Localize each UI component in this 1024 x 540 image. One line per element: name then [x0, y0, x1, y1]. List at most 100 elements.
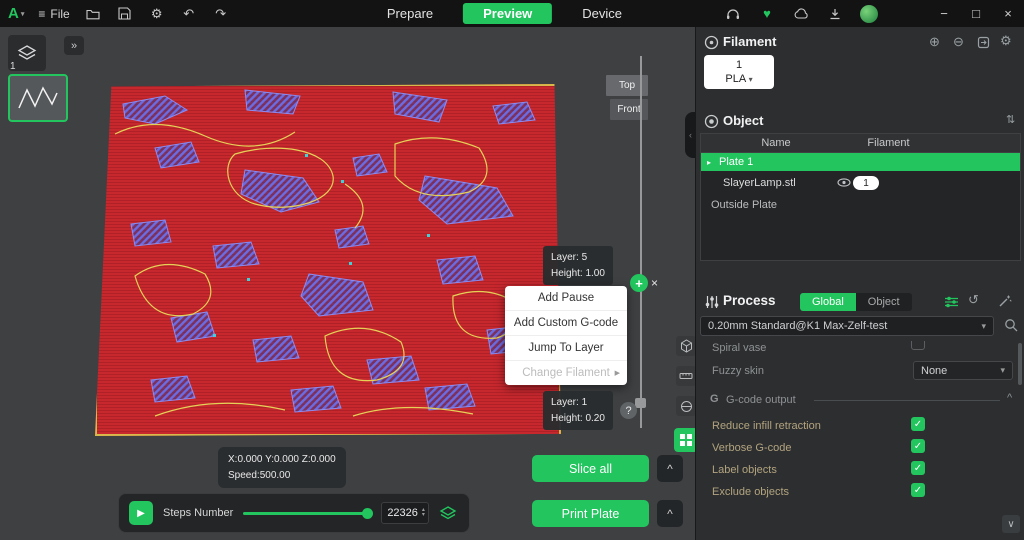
user-avatar[interactable] — [860, 5, 878, 23]
row-expand-icon[interactable]: ▸ — [707, 158, 711, 167]
object-filament-badge[interactable]: 1 — [853, 176, 879, 190]
app-logo[interactable]: A ▾ — [8, 5, 24, 22]
explode-tool-button[interactable] — [676, 336, 696, 356]
measure-tool-button[interactable] — [676, 366, 696, 386]
label-objects-checkbox[interactable]: ✓ — [911, 461, 925, 475]
fuzzy-skin-dropdown[interactable]: None ▾ — [913, 361, 1013, 380]
steps-slider-knob[interactable] — [362, 508, 373, 519]
menu-item-add-pause[interactable]: Add Pause — [505, 286, 627, 311]
slice-options-button[interactable]: ^ — [657, 455, 683, 482]
process-sliders-icon — [704, 294, 720, 310]
tab-prepare[interactable]: Prepare — [379, 3, 441, 24]
play-button[interactable]: ▶ — [129, 501, 153, 525]
process-section-title: Process — [723, 293, 776, 308]
maximize-button[interactable]: □ — [968, 6, 984, 21]
lower-height-label: Height: 0.20 — [551, 411, 605, 427]
steps-spinner[interactable]: ▴ ▾ — [422, 508, 425, 518]
panel-expand-button[interactable]: ∨ — [1002, 515, 1020, 533]
sync-filament-icon[interactable] — [977, 36, 990, 49]
exclude-objects-checkbox[interactable]: ✓ — [911, 483, 925, 497]
coords-tooltip: X:0.000 Y:0.000 Z:0.000 Speed:500.00 — [218, 447, 346, 488]
expand-toolbar-button[interactable]: » — [64, 36, 84, 55]
setting-label-objects-label: Label objects — [712, 464, 777, 476]
object-sort-button[interactable]: ⇅ — [1006, 113, 1015, 126]
filament-slot-material: PLA ▾ — [725, 72, 752, 86]
remove-marker-button[interactable]: × — [651, 276, 658, 290]
grid-icon — [679, 433, 693, 447]
gcode-section-collapse[interactable]: ^ — [1007, 392, 1012, 404]
table-row-plate[interactable]: ▸ Plate 1 — [701, 153, 1020, 171]
gcode-output-section-label: G-code output — [726, 394, 796, 406]
remove-filament-button[interactable]: ⊖ — [953, 34, 964, 50]
save-button[interactable] — [116, 5, 134, 23]
section-divider-line — [814, 400, 1000, 401]
spin-down-icon[interactable]: ▾ — [422, 513, 425, 518]
search-preset-button[interactable] — [1004, 318, 1019, 333]
menu-item-change-filament[interactable]: Change Filament ▶ — [505, 361, 627, 385]
open-file-button[interactable] — [84, 5, 102, 23]
menu-item-jump-to-layer[interactable]: Jump To Layer — [505, 336, 627, 361]
column-name: Name — [701, 137, 851, 149]
favorites-button[interactable]: ♥ — [758, 5, 776, 23]
change-filament-label: Change Filament — [522, 367, 610, 379]
table-row-object[interactable]: SlayerLamp.stl 1 — [701, 171, 1020, 195]
menu-item-add-custom-gcode[interactable]: Add Custom G-code — [505, 311, 627, 336]
slice-all-button[interactable]: Slice all — [532, 455, 649, 482]
print-plate-button[interactable]: Print Plate — [532, 500, 649, 527]
cube-icon — [680, 339, 693, 354]
filament-settings-button[interactable]: ⚙ — [1000, 33, 1012, 49]
close-button[interactable]: × — [1000, 6, 1016, 21]
eye-icon[interactable] — [837, 178, 851, 187]
wand-icon[interactable] — [998, 294, 1012, 308]
reduce-infill-retraction-checkbox[interactable]: ✓ — [911, 417, 925, 431]
fuzzy-skin-caret-icon: ▾ — [1000, 365, 1005, 376]
cloud-icon — [794, 8, 809, 19]
verbose-gcode-checkbox[interactable]: ✓ — [911, 439, 925, 453]
tab-preview[interactable]: Preview — [463, 3, 552, 24]
steps-slider[interactable] — [243, 507, 371, 519]
add-filament-button[interactable]: ⊕ — [929, 34, 940, 50]
gear-icon: ⚙ — [151, 6, 163, 22]
redo-icon: ↷ — [215, 6, 226, 22]
plate-thumbnail[interactable] — [8, 74, 68, 122]
redo-button[interactable]: ↷ — [212, 5, 230, 23]
filament-slot-card[interactable]: 1 PLA ▾ — [704, 55, 774, 89]
steps-value-box[interactable]: 22326 ▴ ▾ — [381, 502, 429, 524]
view-cube-front[interactable]: Front — [610, 99, 648, 120]
tab-device[interactable]: Device — [574, 3, 630, 24]
fuzzy-skin-value: None — [921, 365, 947, 377]
table-row-outside-plate[interactable]: Outside Plate — [701, 195, 1020, 215]
build-plate-preview[interactable] — [95, 84, 561, 436]
layer-slider-handle[interactable]: + — [630, 274, 648, 292]
layer-slider-track[interactable] — [640, 56, 642, 428]
layer-range-icon[interactable] — [439, 505, 457, 521]
file-menu[interactable]: ≡ File — [38, 7, 69, 21]
ruler-icon — [679, 371, 693, 381]
reset-preset-button[interactable]: ↺ — [968, 292, 979, 308]
download-button[interactable] — [826, 5, 844, 23]
filament-slot-number: 1 — [736, 58, 742, 72]
lower-layer-tooltip: Layer: 1 Height: 0.20 — [543, 391, 613, 430]
minimize-button[interactable]: − — [936, 6, 952, 21]
lower-slider-handle[interactable] — [635, 398, 646, 408]
scope-global-button[interactable]: Global — [800, 293, 856, 311]
section-tool-button[interactable] — [676, 396, 696, 416]
settings-scrollbar[interactable] — [1018, 343, 1022, 385]
setting-spiral-vase-label: Spiral vase — [712, 342, 766, 354]
support-button[interactable] — [724, 5, 742, 23]
scope-object-button[interactable]: Object — [856, 293, 912, 311]
object-row-name: SlayerLamp.stl — [701, 177, 796, 189]
undo-button[interactable]: ↶ — [180, 5, 198, 23]
print-options-button[interactable]: ^ — [657, 500, 683, 527]
preset-dropdown[interactable]: 0.20mm Standard@K1 Max-Zelf-test ▾ — [700, 316, 994, 336]
filament-caret-icon: ▾ — [749, 75, 753, 84]
advanced-toggle-icon[interactable] — [944, 295, 959, 309]
cloud-button[interactable] — [792, 5, 810, 23]
mode-tabs: Prepare Preview Device — [379, 0, 630, 27]
help-button[interactable]: ? — [620, 402, 637, 419]
settings-button[interactable]: ⚙ — [148, 5, 166, 23]
coords-position: X:0.000 Y:0.000 Z:0.000 — [228, 452, 336, 468]
plus-icon: + — [635, 276, 643, 291]
spiral-vase-checkbox[interactable] — [911, 341, 925, 350]
chevron-left-icon: ‹ — [689, 130, 692, 140]
